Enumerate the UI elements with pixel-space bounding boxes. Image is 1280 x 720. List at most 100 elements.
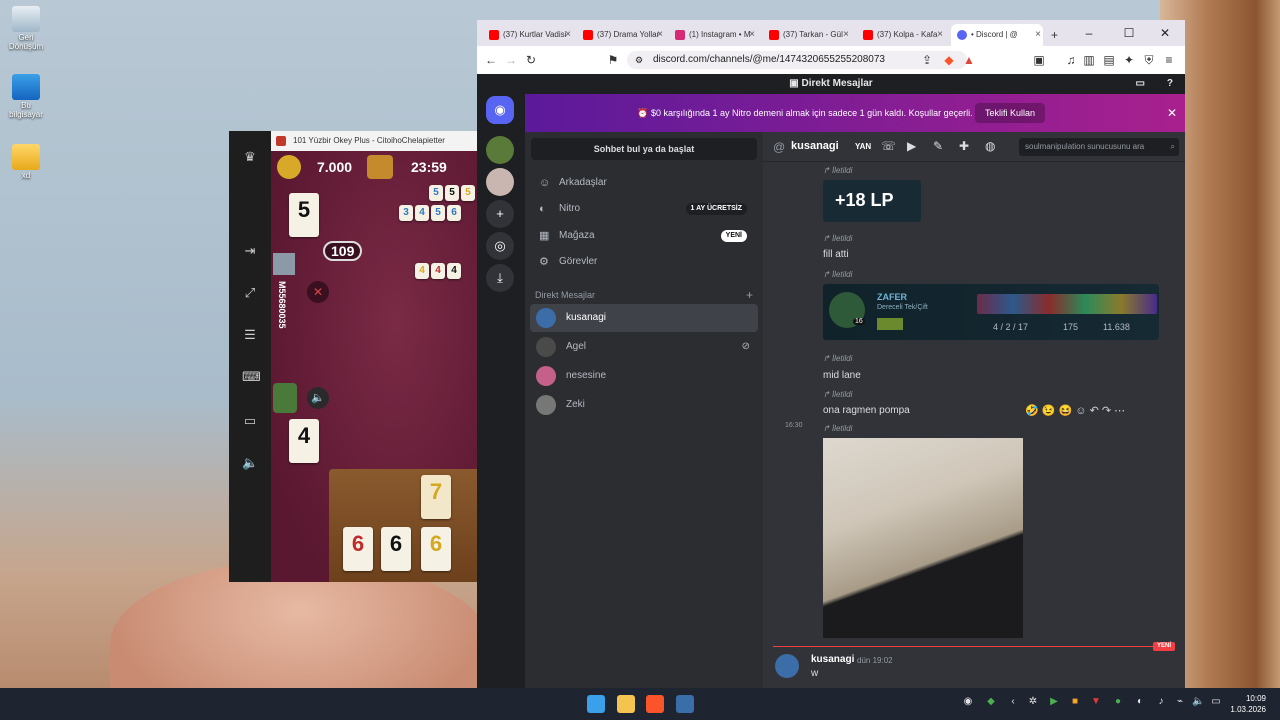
taskbar-clock[interactable]: 10:09 1.03.2026 — [1230, 693, 1266, 715]
close-icon[interactable]: × — [749, 24, 755, 46]
add-server-icon[interactable]: + — [486, 200, 514, 228]
brave-browser-icon[interactable] — [646, 695, 664, 713]
discord-home-icon[interactable]: ◉ — [486, 96, 514, 124]
tab-youtube-1[interactable]: (37) Kurtlar Vadisi × — [483, 24, 573, 46]
rack-tile[interactable]: 6 — [381, 527, 411, 571]
tray-icon[interactable]: ▶ — [1048, 696, 1060, 708]
minimize-icon[interactable]: – — [1073, 20, 1105, 46]
tray-icon[interactable]: ◐ — [1134, 696, 1146, 708]
create-dm-button[interactable]: + — [746, 288, 753, 302]
reload-icon[interactable]: ↻ — [523, 52, 539, 68]
tab-youtube-4[interactable]: (37) Kolpa - Kafa × — [857, 24, 945, 46]
find-conversation-button[interactable]: Sohbet bul ya da başlat — [531, 138, 757, 160]
battery-icon[interactable]: ▭ — [1210, 696, 1222, 708]
rack-tile[interactable]: 6 — [343, 527, 373, 571]
maximize-icon[interactable]: ☐ — [1113, 20, 1145, 46]
redeem-offer-button[interactable]: Teklifi Kullan — [975, 103, 1046, 123]
close-icon[interactable]: × — [843, 24, 849, 46]
leo-ai-icon[interactable]: ✦ — [1121, 52, 1137, 68]
tab-instagram[interactable]: (1) Instagram • M × — [669, 24, 757, 46]
wink-emoji-icon[interactable]: 😉 — [1042, 405, 1056, 417]
help-icon[interactable]: ? — [1167, 74, 1173, 94]
forward-icon[interactable]: ↷ — [1102, 405, 1111, 417]
keyboard-icon[interactable]: ⌨ — [242, 369, 261, 385]
tag-icon[interactable]: ▭ — [242, 413, 258, 429]
desktop-icon-folder[interactable]: xd — [4, 144, 48, 181]
tab-discord[interactable]: • Discord | @ × — [951, 24, 1043, 46]
volume-icon[interactable]: 🔈 — [1192, 696, 1204, 708]
download-icon[interactable]: ⤓ — [486, 264, 514, 292]
laugh-emoji-icon[interactable]: 😆 — [1059, 405, 1073, 417]
rofl-emoji-icon[interactable]: 🤣 — [1025, 405, 1039, 417]
tray-icon[interactable]: ▼ — [1090, 696, 1102, 708]
rack-tile[interactable]: 7 — [421, 475, 451, 519]
mute-mic-icon[interactable]: ✕ — [307, 281, 329, 303]
close-banner-icon[interactable]: ✕ — [1167, 94, 1177, 132]
rack-tile[interactable]: 6 — [421, 527, 451, 571]
more-icon[interactable]: ⋯ — [1114, 405, 1125, 417]
vpn-icon[interactable]: ⛨ — [1141, 52, 1157, 68]
game-app-icon[interactable] — [676, 695, 694, 713]
site-info-icon[interactable]: ⚙ — [635, 51, 643, 69]
forward-icon[interactable]: → — [503, 52, 519, 68]
wallet-icon[interactable]: ▤ — [1101, 52, 1117, 68]
dm-item-zeki[interactable]: Zeki — [530, 391, 758, 419]
inbox-icon[interactable]: ▭ — [1136, 74, 1145, 94]
reader-icon[interactable]: ▣ — [1031, 52, 1047, 68]
reply-icon[interactable]: ↶ — [1090, 405, 1099, 417]
add-reaction-icon[interactable]: ☺ — [1075, 405, 1086, 417]
dm-item-agel[interactable]: Agel ⊘ — [530, 333, 758, 361]
message-author[interactable]: kusanagi — [811, 654, 854, 665]
tab-youtube-3[interactable]: (37) Tarkan - Gül × — [763, 24, 851, 46]
lp-embed[interactable]: +18 LP — [823, 180, 921, 222]
dm-item-kusanagi[interactable]: kusanagi — [530, 304, 758, 332]
close-window-icon[interactable]: ✕ — [1149, 20, 1181, 46]
server-avatar[interactable] — [486, 168, 514, 196]
tab-youtube-2[interactable]: (37) Drama Yollar × — [577, 24, 665, 46]
music-icon[interactable]: ♫ — [1063, 52, 1079, 68]
brave-shield-icon[interactable]: ◆ — [941, 52, 957, 68]
nav-friends[interactable]: ☺ Arkadaşlar — [533, 170, 757, 196]
microphone-icon[interactable]: ♪ — [1155, 696, 1167, 708]
speaker-icon[interactable]: 🔈 — [307, 387, 329, 409]
close-icon[interactable]: × — [937, 24, 943, 46]
close-icon[interactable]: × — [1035, 24, 1041, 46]
bookmark-icon[interactable]: ⚑ — [605, 52, 621, 68]
tray-icon[interactable]: ◆ — [985, 696, 997, 708]
brave-rewards-icon[interactable]: ▲ — [961, 52, 977, 68]
file-explorer-icon[interactable] — [617, 695, 635, 713]
voice-call-icon[interactable]: ☏ — [881, 139, 896, 153]
avatar[interactable] — [775, 654, 799, 678]
url-field[interactable]: ⚙ discord.com/channels/@me/1474320655255… — [627, 51, 967, 69]
video-attachment[interactable] — [823, 438, 1023, 638]
nav-shop[interactable]: ▦ Mağaza YENİ — [533, 223, 757, 249]
close-icon[interactable]: × — [657, 24, 663, 46]
dm-item-nesesine[interactable]: nesesine — [530, 362, 758, 390]
close-icon[interactable]: × — [565, 24, 571, 46]
new-tab-button[interactable]: + — [1047, 24, 1067, 46]
desktop-icon-recycle-bin[interactable]: Geri Dönüşüm — [4, 6, 48, 52]
chat-search-input[interactable]: soulmanipulation sunucusunu ara ⌕ — [1019, 138, 1179, 156]
video-call-icon[interactable]: ▶ — [907, 139, 916, 153]
discover-icon[interactable]: ◎ — [486, 232, 514, 260]
pin-icon[interactable]: ✎ — [933, 139, 943, 153]
volume-icon[interactable]: 🔈 — [242, 455, 258, 471]
windows-start-icon[interactable] — [587, 695, 605, 713]
tray-icon[interactable]: ‹ — [1007, 696, 1019, 708]
tray-icon[interactable]: ◉ — [962, 696, 974, 708]
tray-icon[interactable]: ● — [1112, 696, 1124, 708]
nav-quests[interactable]: ⚙ Görevler — [533, 249, 757, 275]
share-icon[interactable]: ⇪ — [919, 52, 935, 68]
tray-icon[interactable]: ✲ — [1027, 696, 1039, 708]
tray-icon[interactable]: ■ — [1069, 696, 1081, 708]
sidebar-toggle-icon[interactable]: ▥ — [1081, 52, 1097, 68]
match-embed[interactable]: 16 ZAFER Dereceli Tek/Çift 4 / 2 / 17 17… — [823, 284, 1159, 340]
exit-icon[interactable]: ⇥ — [242, 243, 258, 259]
settings-sliders-icon[interactable]: ☰ — [242, 327, 258, 343]
fullscreen-icon[interactable]: ⤢ — [242, 285, 258, 301]
add-friends-icon[interactable]: ✚ — [959, 139, 969, 153]
back-icon[interactable]: ← — [483, 52, 499, 68]
user-profile-icon[interactable]: ◍ — [985, 139, 995, 153]
desktop-icon-this-pc[interactable]: Bu bilgisayar — [4, 74, 48, 120]
server-avatar[interactable] — [486, 136, 514, 164]
